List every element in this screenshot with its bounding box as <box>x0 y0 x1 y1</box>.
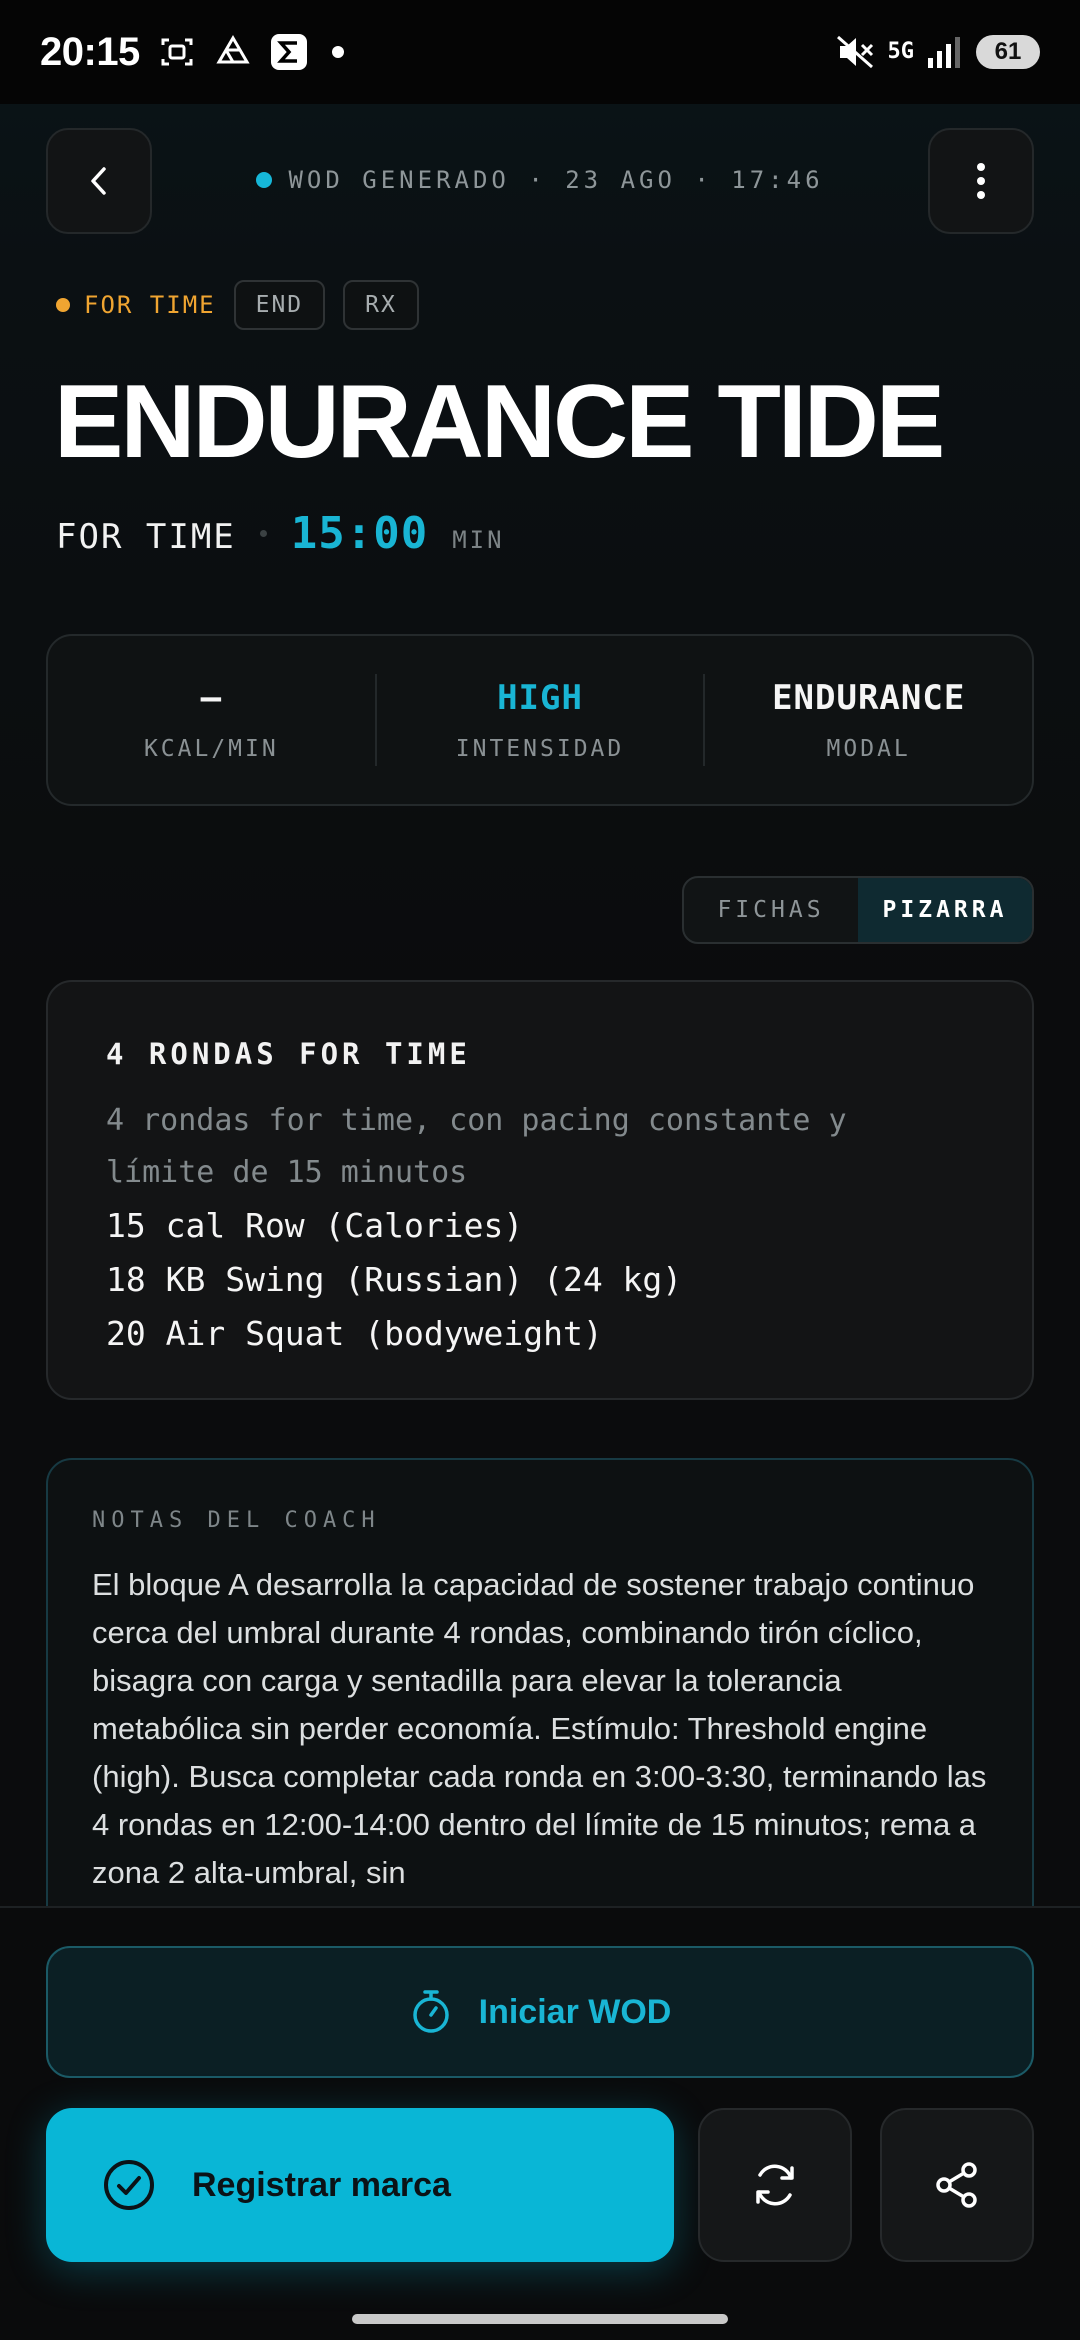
time-cap-unit: MIN <box>452 526 505 554</box>
stat-intensity: HIGH INTENSIDAD <box>377 678 704 762</box>
status-bar: 20:15 5G 61 <box>0 0 1080 104</box>
chip-end: END <box>233 280 326 330</box>
coach-notes-text: El bloque A desarrolla la capacidad de s… <box>92 1567 987 1890</box>
register-score-button[interactable]: Registrar marca <box>46 2108 674 2262</box>
status-time: 20:15 <box>40 29 140 74</box>
notification-dot <box>331 46 344 58</box>
header-subtitle: WOD GENERADO · 23 AGO · 17:46 <box>200 166 880 194</box>
toggle-fichas[interactable]: FICHAS <box>684 878 858 942</box>
board-line: 18 KB Swing (Russian) (24 kg) <box>106 1260 683 1299</box>
board-line: 15 cal Row (Calories) <box>106 1206 524 1245</box>
start-wod-label: Iniciar WOD <box>478 1992 672 2031</box>
mute-icon <box>836 35 873 69</box>
board-heading: 4 RONDAS FOR TIME <box>106 1037 471 1071</box>
screenshot-icon <box>161 38 193 66</box>
board-line: 20 Air Squat (bodyweight) <box>106 1314 603 1353</box>
header-subtitle-text: WOD GENERADO · 23 AGO · 17:46 <box>288 166 824 194</box>
network-type: 5G <box>887 39 915 64</box>
more-vertical-icon <box>977 163 985 199</box>
start-wod-button[interactable]: Iniciar WOD <box>46 1946 1034 2078</box>
back-button[interactable] <box>46 128 152 234</box>
workout-type-tag: FOR TIME <box>56 291 216 319</box>
chevron-left-icon <box>91 167 106 195</box>
stat-kcal-value: – <box>200 678 223 718</box>
workout-title: ENDURANCE TIDE <box>54 364 945 480</box>
stat-intensity-label: INTENSIDAD <box>455 736 625 762</box>
stats-card: – KCAL/MIN HIGH INTENSIDAD ENDURANCE MOD… <box>46 634 1034 806</box>
coach-notes-heading: NOTAS DEL COACH <box>92 1508 381 1533</box>
regenerate-button[interactable] <box>698 2108 852 2262</box>
separator-dot <box>259 530 267 537</box>
share-button[interactable] <box>880 2108 1034 2262</box>
stat-kcal-label: KCAL/MIN <box>143 736 279 762</box>
register-score-label: Registrar marca <box>192 2165 451 2204</box>
battery-icon: 61 <box>976 35 1040 69</box>
stat-modal: ENDURANCE MODAL <box>705 678 1032 762</box>
whiteboard-card: 4 RONDAS FOR TIME 4 rondas for time, con… <box>46 980 1034 1400</box>
drive-icon <box>216 35 250 64</box>
stat-kcal: – KCAL/MIN <box>48 678 375 762</box>
share-icon <box>936 2162 977 2208</box>
status-bar-right: 5G 61 <box>836 33 1040 71</box>
time-cap-value: 15:00 <box>290 508 429 559</box>
format-row: FOR TIME 15:00 MIN <box>56 508 505 559</box>
format-label: FOR TIME <box>56 517 236 557</box>
sigma-app-icon <box>270 34 307 70</box>
home-indicator[interactable] <box>352 2314 728 2324</box>
type-dot <box>56 298 70 312</box>
stat-modal-label: MODAL <box>826 736 911 762</box>
view-toggle: FICHAS PIZARRA <box>682 876 1034 944</box>
workout-type-label: FOR TIME <box>84 291 216 319</box>
chip-rx: RX <box>343 280 419 330</box>
stopwatch-icon <box>412 1990 449 2033</box>
toggle-pizarra[interactable]: PIZARRA <box>858 878 1032 942</box>
generated-status-dot <box>256 172 273 188</box>
tag-row: FOR TIME END RX <box>56 280 419 330</box>
signal-icon <box>928 37 960 68</box>
refresh-icon <box>756 2164 794 2206</box>
more-options-button[interactable] <box>928 128 1034 234</box>
stat-intensity-value: HIGH <box>497 678 583 718</box>
board-description: 4 rondas for time, con pacing constante … <box>106 1103 847 1190</box>
check-circle-icon <box>104 2160 154 2210</box>
stat-modal-value: ENDURANCE <box>772 678 966 718</box>
status-bar-left: 20:15 <box>40 30 344 75</box>
coach-notes-card: NOTAS DEL COACH El bloque A desarrolla l… <box>46 1458 1034 1958</box>
